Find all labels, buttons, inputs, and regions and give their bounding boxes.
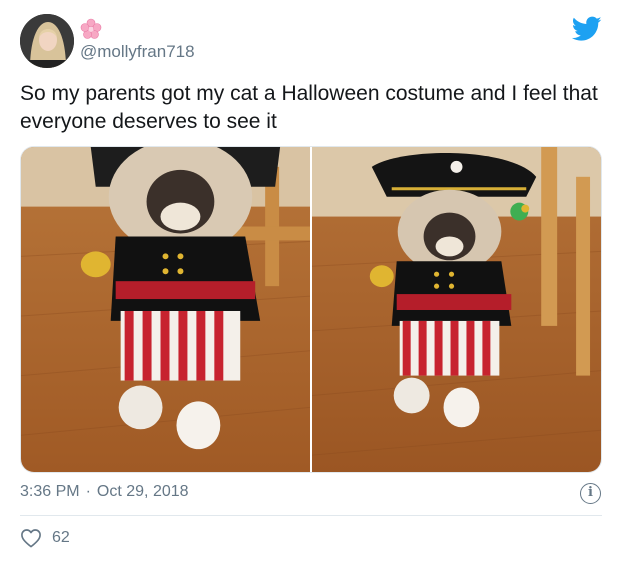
like-count: 62	[52, 529, 70, 546]
user-handle[interactable]: @mollyfran718	[80, 42, 195, 62]
like-button[interactable]: 62	[20, 528, 70, 548]
twitter-bird-icon[interactable]	[571, 16, 602, 42]
tweet-media[interactable]	[20, 146, 602, 473]
heart-icon	[21, 529, 41, 548]
tweet-time: 3:36 PM	[20, 483, 80, 500]
media-photo-2[interactable]	[312, 147, 601, 472]
timestamp-separator: ·	[85, 483, 91, 500]
divider	[20, 515, 602, 516]
info-icon[interactable]: i	[580, 483, 601, 504]
tweet-date: Oct 29, 2018	[96, 483, 189, 500]
cherry-blossom-icon	[80, 18, 102, 40]
avatar[interactable]	[20, 14, 74, 68]
tweet-text: So my parents got my cat a Halloween cos…	[20, 82, 598, 133]
tweet-card: @mollyfran718 So my parents got my cat a…	[0, 0, 620, 563]
media-photo-1[interactable]	[21, 147, 310, 472]
tweet-timestamp[interactable]: 3:36 PM · Oct 29, 2018	[20, 483, 189, 501]
